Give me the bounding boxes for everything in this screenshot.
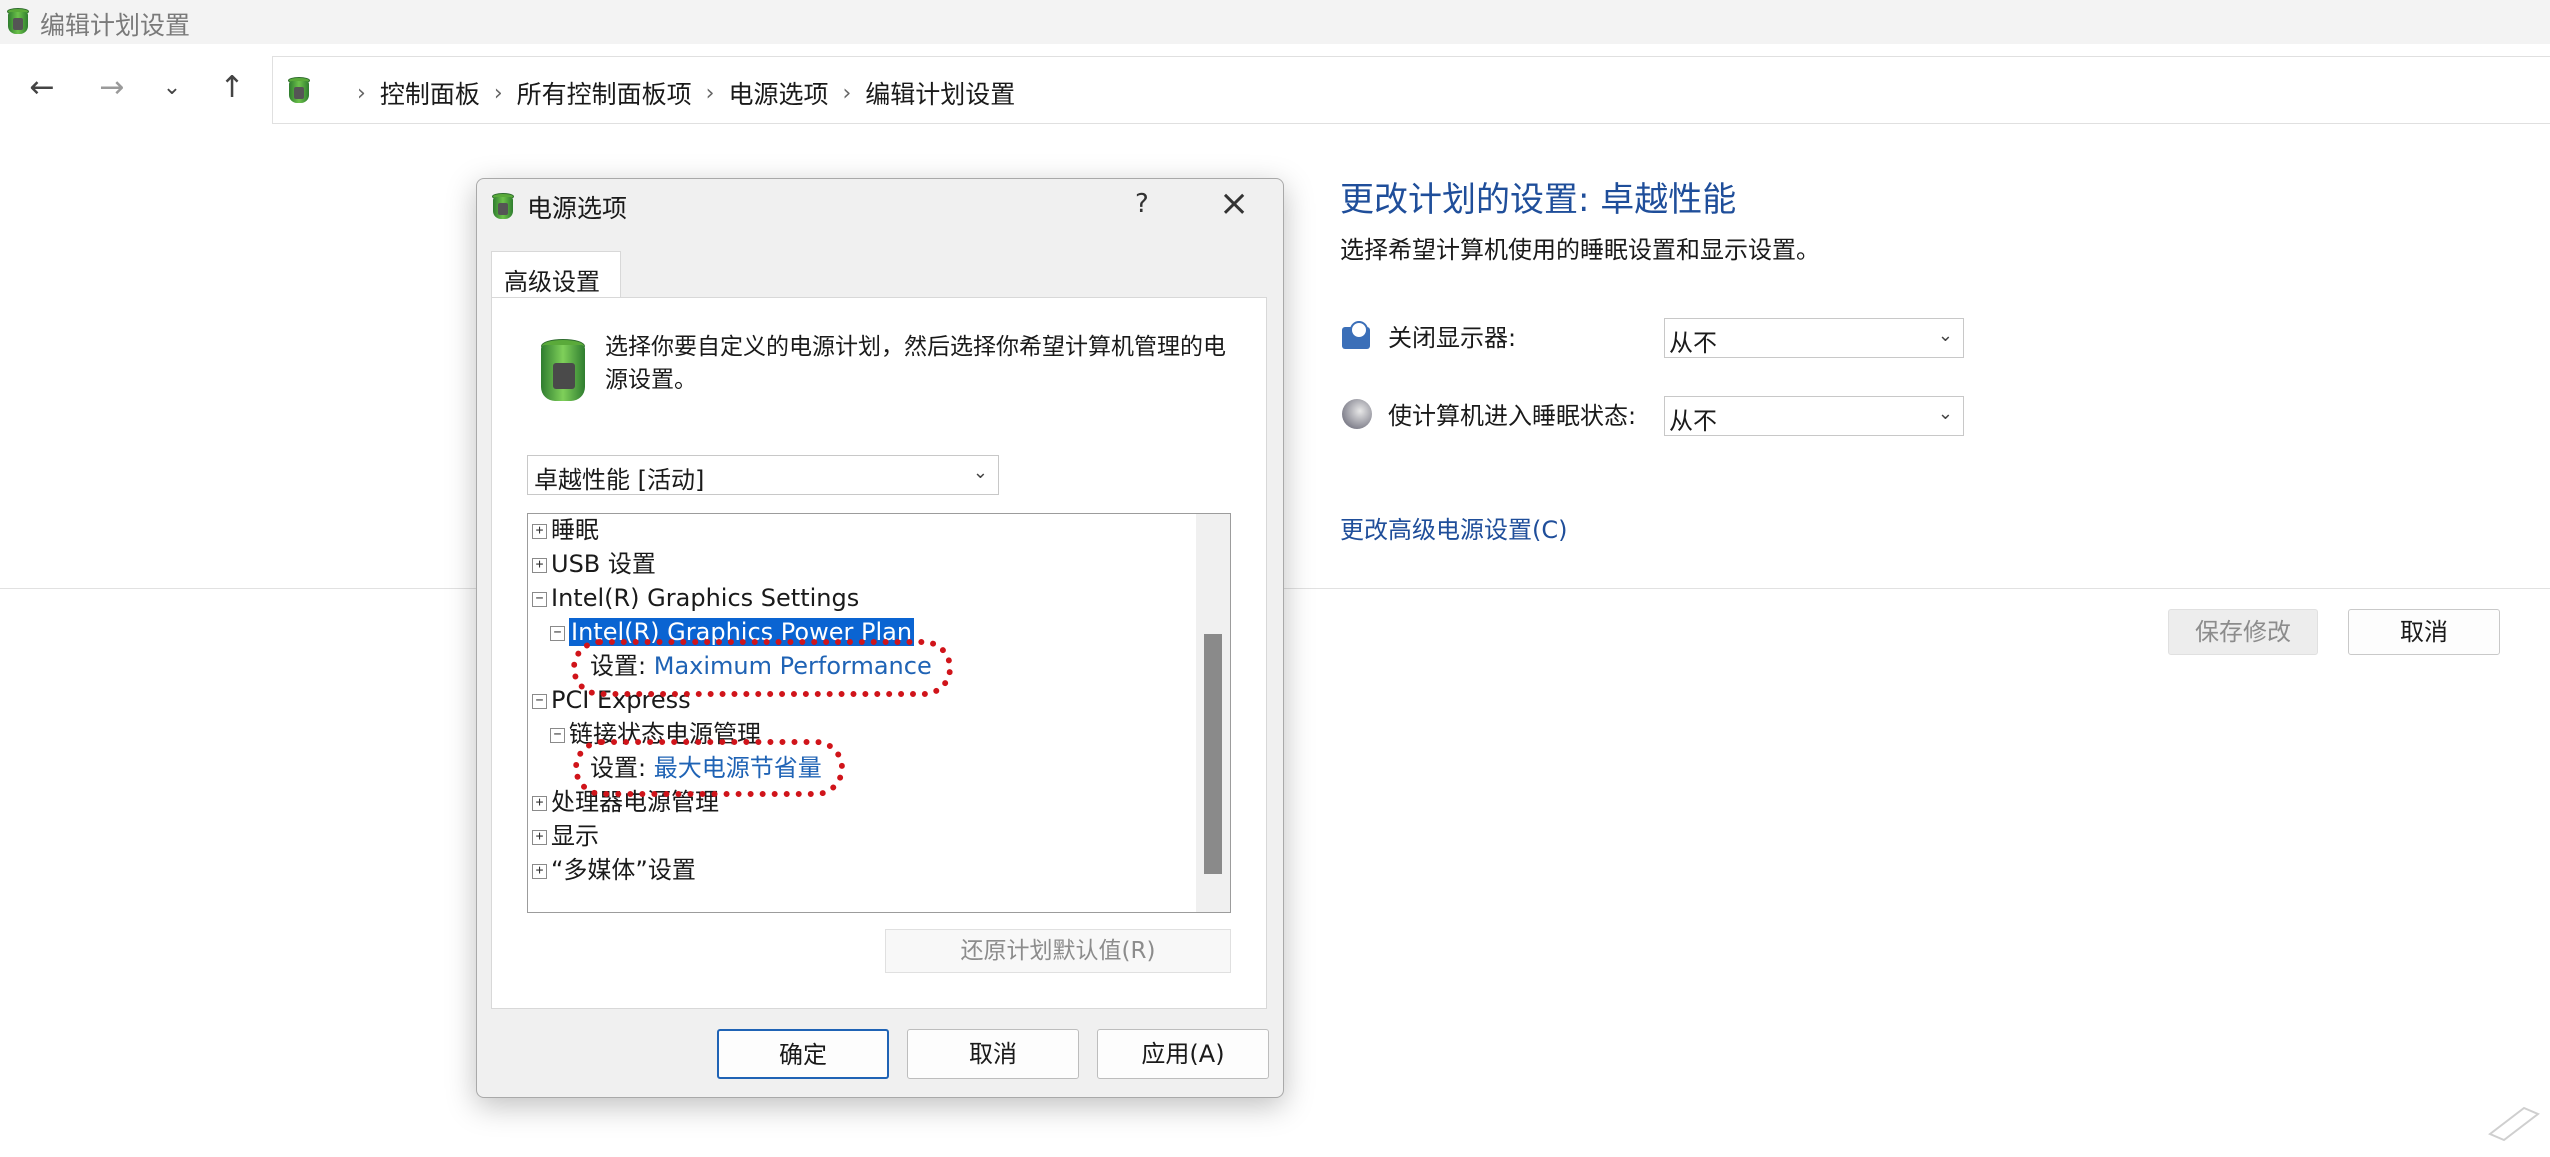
tree-item-sleep[interactable]: + 睡眠 bbox=[532, 514, 599, 546]
power-plan-value: 卓越性能 [活动] bbox=[534, 466, 705, 494]
tree-item-label: 睡眠 bbox=[551, 516, 599, 544]
tree-scrollbar[interactable] bbox=[1196, 514, 1230, 912]
dialog-description: 选择你要自定义的电源计划，然后选择你希望计算机管理的电源设置。 bbox=[605, 334, 1226, 393]
tree-item-label: “多媒体”设置 bbox=[551, 856, 696, 884]
main-cancel-button[interactable]: 取消 bbox=[2348, 609, 2500, 655]
chevron-down-icon: ⌄ bbox=[1937, 403, 1953, 424]
forward-arrow-icon[interactable]: → bbox=[92, 68, 132, 108]
power-options-dialog: 电源选项 ? × 高级设置 选择你要自定义的电源计划，然后选择你希望计算机管理的… bbox=[476, 178, 1284, 1098]
display-off-value: 从不 bbox=[1669, 329, 1717, 357]
chevron-down-icon: ⌄ bbox=[972, 462, 988, 483]
moon-icon bbox=[1340, 397, 1374, 431]
display-off-select[interactable]: 从不 ⌄ bbox=[1664, 318, 1964, 358]
power-options-dialog-icon bbox=[489, 189, 517, 221]
navigation-bar: ← → ⌄ ↑ › 控制面板 › 所有控制面板项 › 电源选项 › 编辑计划设置 bbox=[0, 50, 2550, 126]
control-panel-icon bbox=[285, 73, 313, 105]
window-titlebar: 编辑计划设置 bbox=[0, 0, 2550, 44]
sleep-row: 使计算机进入睡眠状态: bbox=[1340, 396, 1636, 431]
page-subtitle: 选择希望计算机使用的睡眠设置和显示设置。 bbox=[1340, 236, 1820, 264]
expand-plus-icon[interactable]: + bbox=[532, 863, 547, 879]
save-changes-button[interactable]: 保存修改 bbox=[2168, 609, 2318, 655]
scrollbar-thumb[interactable] bbox=[1204, 634, 1222, 874]
recent-locations-chevron-icon[interactable]: ⌄ bbox=[152, 68, 192, 108]
breadcrumb-separator-icon: › bbox=[493, 80, 503, 106]
expand-plus-icon[interactable]: + bbox=[532, 829, 547, 845]
apply-button[interactable]: 应用(A) bbox=[1097, 1029, 1269, 1079]
collapse-minus-icon[interactable]: − bbox=[532, 591, 547, 607]
tree-item-label: Intel(R) Graphics Settings bbox=[551, 584, 860, 612]
watermark-logo bbox=[2484, 1100, 2544, 1144]
tab-advanced-settings[interactable]: 高级设置 bbox=[491, 251, 621, 301]
help-icon[interactable]: ? bbox=[1135, 189, 1149, 219]
annotation-oval bbox=[571, 639, 953, 697]
expand-plus-icon[interactable]: + bbox=[532, 557, 547, 573]
up-arrow-icon[interactable]: ↑ bbox=[212, 68, 252, 108]
display-off-label: 关闭显示器: bbox=[1388, 324, 1517, 352]
close-icon[interactable]: × bbox=[1219, 183, 1249, 224]
tree-item-usb[interactable]: + USB 设置 bbox=[532, 548, 656, 580]
monitor-clock-icon bbox=[1340, 319, 1374, 353]
breadcrumb-item-control-panel[interactable]: 控制面板 bbox=[380, 75, 480, 111]
breadcrumb-separator-icon: › bbox=[842, 80, 852, 106]
sleep-label: 使计算机进入睡眠状态: bbox=[1388, 402, 1637, 430]
expand-plus-icon[interactable]: + bbox=[532, 523, 547, 539]
collapse-minus-icon[interactable]: − bbox=[550, 727, 565, 743]
breadcrumb-item-power-options[interactable]: 电源选项 bbox=[728, 75, 828, 111]
back-arrow-icon[interactable]: ← bbox=[22, 68, 62, 108]
window-title: 编辑计划设置 bbox=[40, 11, 191, 40]
ok-button[interactable]: 确定 bbox=[717, 1029, 889, 1079]
breadcrumb-separator-icon: › bbox=[705, 80, 715, 106]
power-plan-battery-icon bbox=[535, 335, 591, 407]
restore-defaults-button[interactable]: 还原计划默认值(R) bbox=[885, 929, 1231, 973]
tree-item-multimedia[interactable]: + “多媒体”设置 bbox=[532, 854, 696, 886]
tree-item-display[interactable]: + 显示 bbox=[532, 820, 599, 852]
breadcrumb-separator-icon: › bbox=[357, 80, 366, 106]
sleep-select[interactable]: 从不 ⌄ bbox=[1664, 396, 1964, 436]
power-plan-select[interactable]: 卓越性能 [活动] ⌄ bbox=[527, 455, 999, 495]
expand-plus-icon[interactable]: + bbox=[532, 795, 547, 811]
power-options-app-icon bbox=[4, 4, 32, 36]
collapse-minus-icon[interactable]: − bbox=[550, 625, 565, 641]
tree-item-label: USB 设置 bbox=[551, 550, 656, 578]
page-title: 更改计划的设置: 卓越性能 bbox=[1340, 180, 1737, 220]
advanced-power-settings-link[interactable]: 更改高级电源设置(C) bbox=[1340, 510, 1567, 545]
address-bar[interactable]: › 控制面板 › 所有控制面板项 › 电源选项 › 编辑计划设置 bbox=[272, 56, 2550, 124]
sleep-value: 从不 bbox=[1669, 407, 1717, 435]
collapse-minus-icon[interactable]: − bbox=[532, 693, 547, 709]
annotation-oval bbox=[573, 739, 845, 797]
dialog-title: 电源选项 bbox=[527, 194, 628, 223]
power-settings-tree[interactable]: + 睡眠 + USB 设置 − Intel(R) Graphics Settings … bbox=[527, 513, 1231, 913]
breadcrumb-item-all-items[interactable]: 所有控制面板项 bbox=[517, 75, 692, 111]
breadcrumb: › 控制面板 › 所有控制面板项 › 电源选项 › 编辑计划设置 bbox=[357, 75, 1015, 111]
tree-item-intel-graphics-settings[interactable]: − Intel(R) Graphics Settings bbox=[532, 582, 859, 614]
tree-item-label: 显示 bbox=[551, 822, 599, 850]
breadcrumb-item-edit-plan[interactable]: 编辑计划设置 bbox=[865, 75, 1015, 111]
chevron-down-icon: ⌄ bbox=[1937, 325, 1953, 346]
dialog-cancel-button[interactable]: 取消 bbox=[907, 1029, 1079, 1079]
display-off-row: 关闭显示器: bbox=[1340, 318, 1516, 353]
